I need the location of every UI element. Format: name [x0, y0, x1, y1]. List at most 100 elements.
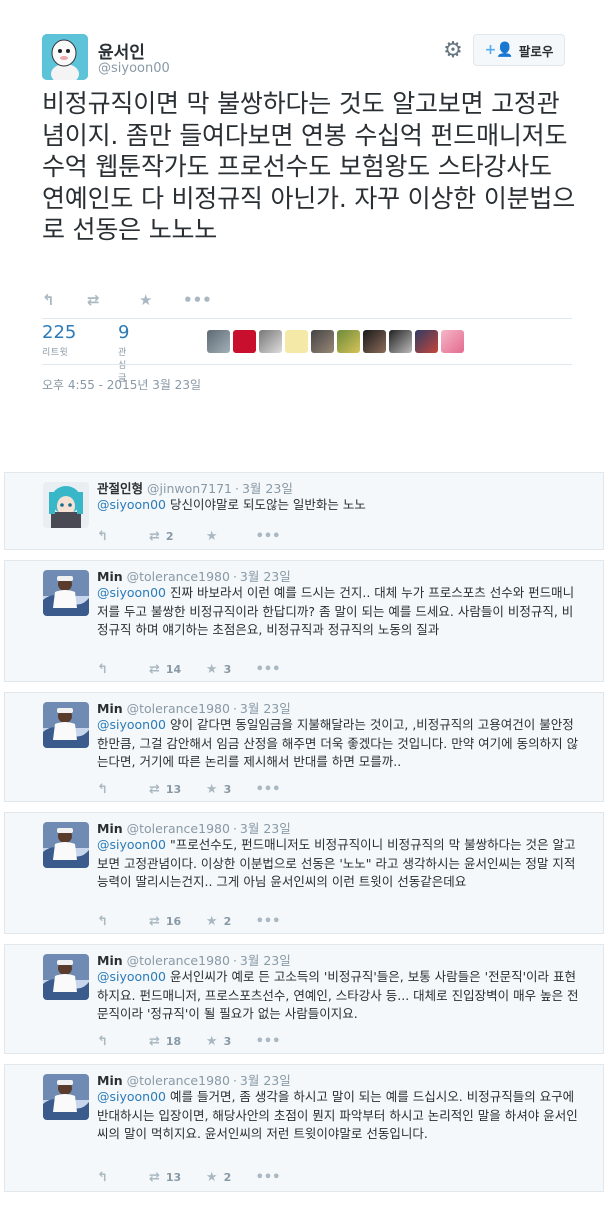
retweet-icon[interactable]: ⇄ — [149, 1170, 160, 1185]
reply-time[interactable]: 3월 23일 — [240, 569, 291, 584]
engager-avatar[interactable] — [389, 330, 412, 353]
engager-avatar[interactable] — [415, 330, 438, 353]
reply-author-name[interactable]: Min — [97, 569, 123, 584]
star-icon[interactable]: ★ — [206, 1034, 218, 1049]
reply-author-handle[interactable]: @jinwon7171 — [147, 481, 232, 496]
reply-tweet[interactable]: Min @tolerance1980 · 3월 23일 @siyoon00 "프로선수도… — [4, 812, 604, 934]
reply-mention[interactable]: @siyoon00 — [97, 969, 166, 984]
more-icon[interactable]: ••• — [256, 1034, 281, 1049]
more-icon[interactable]: ••• — [256, 529, 281, 544]
reply-time[interactable]: 3월 23일 — [240, 821, 291, 836]
retweet-stat[interactable]: 225 리트윗 — [42, 322, 76, 358]
reply-author-handle[interactable]: @tolerance1980 — [127, 821, 230, 836]
reply-author-name[interactable]: Min — [97, 1073, 123, 1088]
reply-actions: ↰ ⇄ 14 ★ 3 ••• — [97, 661, 281, 677]
engager-avatars — [207, 330, 464, 353]
reply-time[interactable]: 3월 23일 — [240, 701, 291, 716]
star-icon[interactable]: ★ — [206, 1170, 218, 1185]
more-icon[interactable]: ••• — [256, 1170, 281, 1185]
reply-icon[interactable]: ↰ — [97, 662, 149, 677]
reply-icon[interactable]: ↰ — [97, 529, 149, 544]
like-stat[interactable]: 9 관심글 — [118, 322, 129, 384]
reply-author-handle[interactable]: @tolerance1980 — [127, 701, 230, 716]
more-icon[interactable]: ••• — [256, 914, 281, 929]
reply-mention[interactable]: @siyoon00 — [97, 717, 166, 732]
reply-author-handle[interactable]: @tolerance1980 — [127, 569, 230, 584]
reply-icon[interactable]: ↰ — [97, 914, 149, 929]
retweet-icon[interactable]: ⇄ — [149, 914, 160, 929]
reply-mention[interactable]: @siyoon00 — [97, 1089, 166, 1104]
retweet-count: 13 — [165, 1170, 182, 1184]
reply-time[interactable]: 3월 23일 — [242, 481, 293, 496]
reply-body: 예를 들거면, 좀 생각을 하시고 말이 되는 예를 드십시오. 비정규직들의 … — [97, 1089, 578, 1141]
reply-avatar[interactable] — [43, 482, 89, 528]
engager-avatar[interactable] — [259, 330, 282, 353]
reply-author-name[interactable]: 관절인형 — [97, 481, 143, 496]
star-icon[interactable]: ★ — [206, 529, 218, 544]
reply-icon[interactable]: ↰ — [97, 782, 149, 797]
reply-tweet[interactable]: Min @tolerance1980 · 3월 23일 @siyoon00 예를 들거면… — [4, 1064, 604, 1192]
reply-icon[interactable]: ↰ — [97, 1034, 149, 1049]
gear-icon[interactable]: ⚙ — [440, 38, 466, 64]
reply-avatar[interactable] — [43, 702, 89, 748]
reply-time[interactable]: 3월 23일 — [240, 1073, 291, 1088]
retweet-icon[interactable]: ⇄ — [87, 291, 139, 309]
engager-avatar[interactable] — [363, 330, 386, 353]
engager-avatar[interactable] — [311, 330, 334, 353]
favorite-count: 2 — [223, 914, 232, 928]
tweet-actions: ↰ ⇄ ★ ••• — [42, 290, 212, 310]
retweet-icon[interactable]: ⇄ — [149, 662, 160, 677]
retweet-icon[interactable]: ⇄ — [149, 529, 160, 544]
reply-icon[interactable]: ↰ — [42, 291, 87, 309]
favorite-count: 3 — [223, 1034, 232, 1048]
tweet-timestamp[interactable]: 오후 4:55 - 2015년 3월 23일 — [42, 376, 201, 393]
star-icon[interactable]: ★ — [206, 662, 218, 677]
author-handle[interactable]: @siyoon00 — [98, 61, 170, 76]
reply-mention[interactable]: @siyoon00 — [97, 497, 166, 512]
reply-header: Min @tolerance1980 · 3월 23일 — [97, 566, 291, 585]
engager-avatar[interactable] — [233, 330, 256, 353]
more-icon[interactable]: ••• — [183, 291, 212, 309]
favorite-count: 2 — [223, 1170, 232, 1184]
follow-button[interactable]: +👤 팔로우 — [473, 34, 565, 66]
retweet-icon[interactable]: ⇄ — [149, 782, 160, 797]
engager-avatar[interactable] — [285, 330, 308, 353]
reply-author-handle[interactable]: @tolerance1980 — [127, 1073, 230, 1088]
reply-avatar[interactable] — [43, 570, 89, 616]
star-icon[interactable]: ★ — [206, 782, 218, 797]
reply-mention[interactable]: @siyoon00 — [97, 585, 166, 600]
stats-divider-top — [42, 318, 572, 319]
reply-mention[interactable]: @siyoon00 — [97, 837, 166, 852]
reply-actions: ↰ ⇄ 13 ★ 2 ••• — [97, 1169, 281, 1185]
retweet-icon[interactable]: ⇄ — [149, 1034, 160, 1049]
engager-avatar[interactable] — [337, 330, 360, 353]
author-avatar[interactable] — [42, 34, 88, 80]
star-icon[interactable]: ★ — [139, 291, 183, 309]
reply-author-name[interactable]: Min — [97, 953, 123, 968]
retweet-count: 16 — [165, 914, 182, 928]
more-icon[interactable]: ••• — [256, 782, 281, 797]
engager-avatar[interactable] — [207, 330, 230, 353]
reply-author-name[interactable]: Min — [97, 701, 123, 716]
reply-time[interactable]: 3월 23일 — [240, 953, 291, 968]
reply-tweet[interactable]: 관절인형 @jinwon7171 · 3월 23일 @siyoon00 당신이야말로 되… — [4, 472, 604, 550]
reply-tweet[interactable]: Min @tolerance1980 · 3월 23일 @siyoon00 진짜 바보라… — [4, 560, 604, 682]
reply-header: Min @tolerance1980 · 3월 23일 — [97, 818, 291, 837]
reply-actions: ↰ ⇄ 13 ★ 3 ••• — [97, 781, 281, 797]
reply-actions: ↰ ⇄ 16 ★ 2 ••• — [97, 913, 281, 929]
reply-avatar[interactable] — [43, 954, 89, 1000]
star-icon[interactable]: ★ — [206, 914, 218, 929]
reply-avatar[interactable] — [43, 822, 89, 868]
reply-avatar[interactable] — [43, 1074, 89, 1120]
reply-actions: ↰ ⇄ 2 ★ ••• — [97, 528, 281, 544]
follow-label: 팔로우 — [518, 43, 554, 59]
reply-author-handle[interactable]: @tolerance1980 — [127, 953, 230, 968]
reply-author-name[interactable]: Min — [97, 821, 123, 836]
reply-tweet[interactable]: Min @tolerance1980 · 3월 23일 @siyoon00 양이 같다면… — [4, 692, 604, 802]
more-icon[interactable]: ••• — [256, 662, 281, 677]
author-name[interactable]: 윤서인 — [98, 38, 145, 63]
reply-tweet[interactable]: Min @tolerance1980 · 3월 23일 @siyoon00 윤서인씨가 … — [4, 944, 604, 1054]
engager-avatar[interactable] — [441, 330, 464, 353]
reply-icon[interactable]: ↰ — [97, 1170, 149, 1185]
separator-dot: · — [232, 701, 237, 716]
